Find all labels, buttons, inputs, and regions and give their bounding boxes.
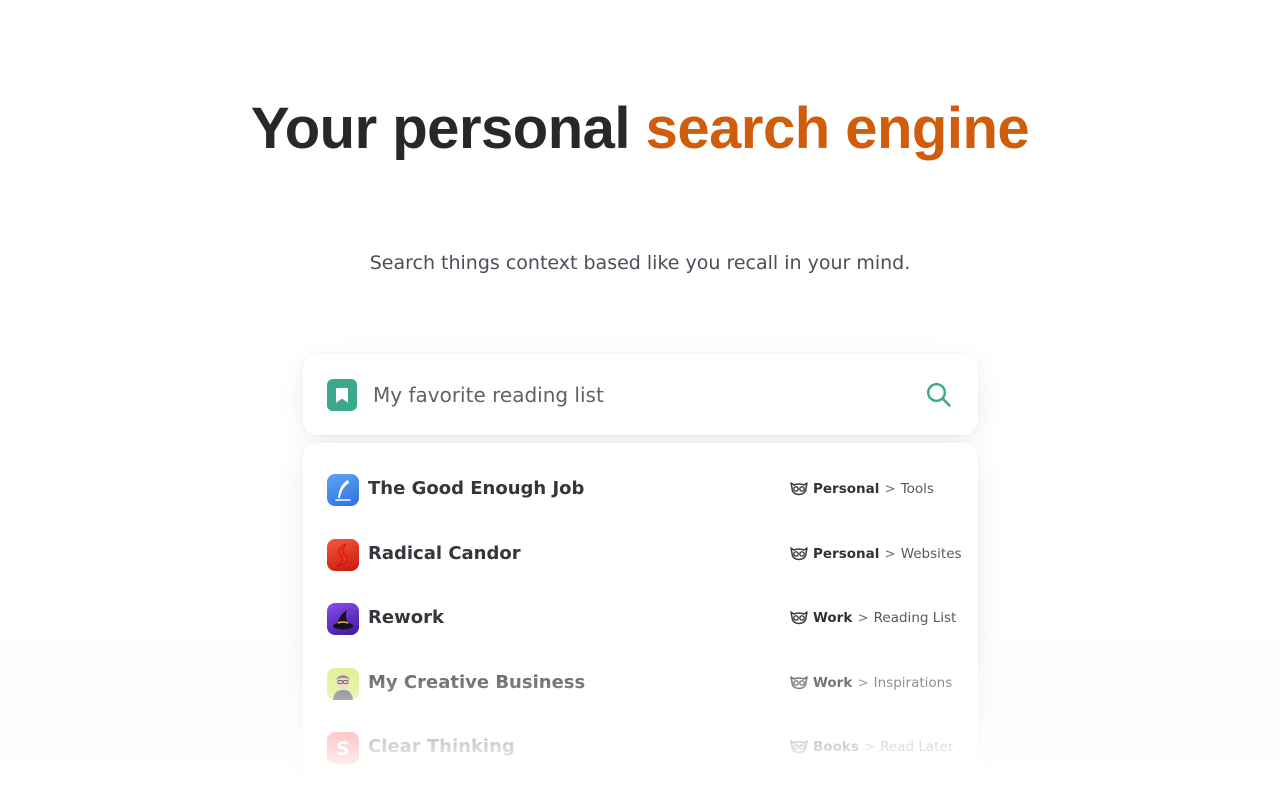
results-list: The Good Enough Job Personal > Tools Radic… xyxy=(303,443,978,783)
hero-title: Your personal search engine xyxy=(0,96,1280,162)
breadcrumb-space: Books xyxy=(813,739,859,755)
result-breadcrumb: Personal > Tools xyxy=(789,481,934,500)
owl-icon xyxy=(789,546,809,565)
result-row[interactable]: My Creative Business Work > Inspirations xyxy=(303,652,978,716)
result-breadcrumb: Personal > Websites xyxy=(789,546,962,565)
witch-hat-app-icon xyxy=(327,603,359,635)
breadcrumb-folder: Websites xyxy=(900,546,962,562)
breadcrumb-separator: > xyxy=(884,481,896,497)
red-ribbon-app-icon xyxy=(327,539,359,571)
breadcrumb-separator: > xyxy=(857,610,869,626)
avatar-app-icon xyxy=(327,668,359,700)
bookmark-icon xyxy=(327,379,357,411)
breadcrumb-folder: Inspirations xyxy=(873,675,953,691)
result-title: The Good Enough Job xyxy=(368,478,585,499)
hero-title-main: Your personal xyxy=(250,96,646,161)
result-row[interactable]: The Good Enough Job Personal > Tools xyxy=(303,458,978,522)
owl-icon xyxy=(789,610,809,629)
search-input[interactable]: My favorite reading list xyxy=(373,383,604,407)
result-title: Clear Thinking xyxy=(368,736,515,757)
owl-icon xyxy=(789,675,809,694)
result-title: My Creative Business xyxy=(368,672,586,693)
svg-text:S: S xyxy=(336,738,350,760)
hero-title-accent: search engine xyxy=(645,96,1030,161)
breadcrumb-folder: Tools xyxy=(900,481,934,497)
breadcrumb-folder: Read Later xyxy=(880,739,954,755)
breadcrumb-separator: > xyxy=(857,675,869,691)
landing-page: Your personal search engine Search thing… xyxy=(0,0,1280,800)
result-row[interactable]: S Clear Thinking Books > Read Later xyxy=(303,716,978,780)
search-bar[interactable]: My favorite reading list xyxy=(303,354,978,435)
breadcrumb-folder: Reading List xyxy=(873,610,957,626)
breadcrumb-separator: > xyxy=(863,739,876,755)
owl-icon xyxy=(789,739,809,758)
letter-s-app-icon: S xyxy=(327,732,359,764)
breadcrumb-space: Work xyxy=(813,675,853,691)
result-row[interactable]: Rework Work > Reading List xyxy=(303,587,978,651)
breadcrumb-separator: > xyxy=(884,546,896,562)
owl-icon xyxy=(789,481,809,500)
result-breadcrumb: Work > Inspirations xyxy=(789,675,952,694)
feather-app-icon xyxy=(327,474,359,506)
hero-subtitle: Search things context based like you rec… xyxy=(369,252,911,274)
result-row[interactable]: Radical Candor Personal > Websites xyxy=(303,523,978,587)
result-title: Radical Candor xyxy=(368,543,521,564)
breadcrumb-space: Work xyxy=(813,610,853,626)
breadcrumb-space: Personal xyxy=(813,481,880,497)
result-breadcrumb: Books > Read Later xyxy=(789,739,953,758)
result-breadcrumb: Work > Reading List xyxy=(789,610,956,629)
breadcrumb-space: Personal xyxy=(813,546,880,562)
search-icon[interactable] xyxy=(926,382,952,413)
result-title: Rework xyxy=(368,607,444,628)
